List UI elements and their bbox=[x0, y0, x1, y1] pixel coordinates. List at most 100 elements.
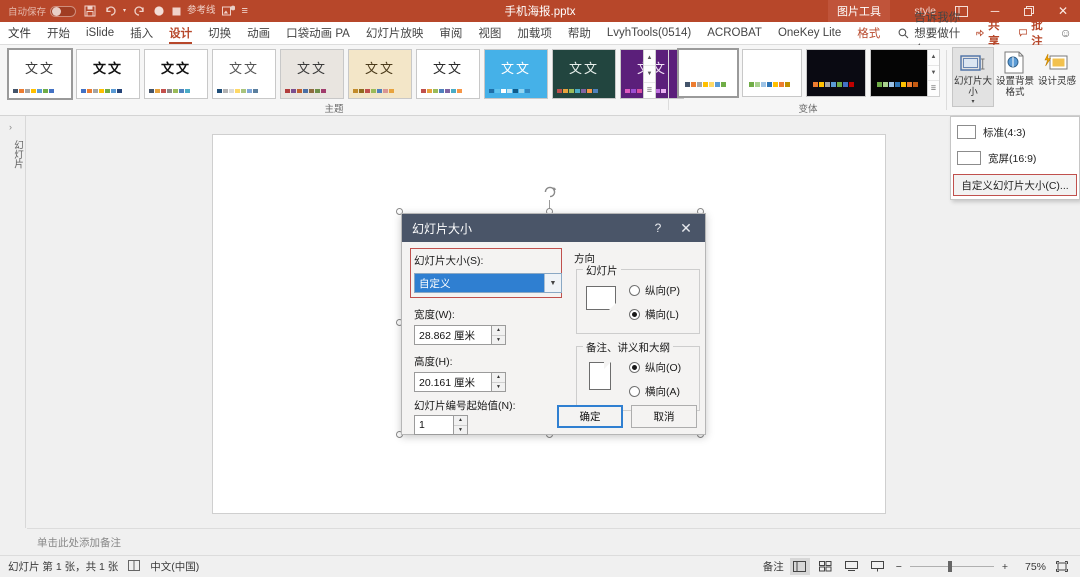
tab-format[interactable]: 格式 bbox=[849, 22, 888, 45]
tab-animations[interactable]: 动画 bbox=[239, 22, 278, 45]
theme-dots[interactable]: 文文 bbox=[484, 49, 548, 99]
variant-gallery-scrollbar[interactable]: ▲ ▼ ☰ bbox=[927, 49, 940, 97]
tab-slideshow[interactable]: 幻灯片放映 bbox=[358, 22, 432, 45]
width-input[interactable]: 28.862 厘米 bbox=[414, 325, 492, 345]
chevron-down-icon[interactable]: ▾ bbox=[971, 99, 974, 106]
slide-size-button[interactable]: 幻灯片大小 ▾ bbox=[952, 47, 994, 107]
tab-file[interactable]: 文件 bbox=[0, 22, 39, 45]
theme-dividend[interactable]: 文文 bbox=[552, 49, 616, 99]
gallery-scroll-down-icon[interactable]: ▼ bbox=[644, 66, 655, 83]
slide-number-input[interactable]: 1 bbox=[414, 415, 454, 435]
slide-number-spin-up-icon[interactable]: ▲ bbox=[454, 416, 467, 426]
tab-transitions[interactable]: 切换 bbox=[200, 22, 239, 45]
height-spin-up-icon[interactable]: ▲ bbox=[492, 373, 505, 383]
slides-landscape-radio-circle[interactable] bbox=[629, 309, 640, 320]
zoom-slider[interactable] bbox=[909, 560, 994, 573]
tab-help[interactable]: 帮助 bbox=[560, 22, 599, 45]
tab-design[interactable]: 设计 bbox=[161, 22, 200, 45]
tab-addins[interactable]: 加载项 bbox=[509, 22, 560, 45]
dialog-ok-button[interactable]: 确定 bbox=[557, 405, 623, 428]
slide-size-dropdown-arrow-icon[interactable]: ▼ bbox=[544, 274, 561, 292]
tab-home[interactable]: 开始 bbox=[39, 22, 78, 45]
slide-number-spin-down-icon[interactable]: ▼ bbox=[454, 426, 467, 435]
slide-size-dropdown-menu[interactable]: 标准(4:3) 宽屏(16:9) 自定义幻灯片大小(C)... bbox=[950, 116, 1080, 200]
redo-icon[interactable] bbox=[129, 2, 149, 20]
tab-onekey-lite[interactable]: OneKey Lite bbox=[770, 22, 849, 45]
notes-portrait-radio-circle[interactable] bbox=[629, 362, 640, 373]
width-spinner[interactable]: 28.862 厘米 ▲ ▼ bbox=[414, 325, 506, 345]
variant-more-icon[interactable]: ☰ bbox=[928, 81, 939, 96]
guides-toggle[interactable]: 参考线 bbox=[169, 2, 219, 20]
variant-scroll-up-icon[interactable]: ▲ bbox=[928, 50, 939, 66]
slide-size-combobox[interactable]: 自定义 ▼ bbox=[414, 273, 562, 293]
width-spin-buttons[interactable]: ▲ ▼ bbox=[492, 325, 506, 345]
tab-islide[interactable]: iSlide bbox=[78, 22, 122, 45]
slide-number-spinner[interactable]: 1 ▲ ▼ bbox=[414, 415, 468, 435]
slide-thumbnail-pane[interactable]: › 幻灯片 bbox=[0, 116, 26, 528]
theme-gallery[interactable]: 文文 bbox=[280, 49, 344, 99]
zoom-in-button[interactable]: + bbox=[1000, 561, 1010, 573]
rotate-handle-icon[interactable] bbox=[542, 184, 558, 200]
notes-pane[interactable]: 单击此处添加备注 bbox=[27, 528, 1080, 555]
autosave-toggle[interactable]: 自动保存 bbox=[4, 4, 80, 18]
spellcheck-icon[interactable] bbox=[128, 559, 141, 574]
normal-view-button[interactable] bbox=[789, 558, 810, 575]
zoom-level-label[interactable]: 75% bbox=[1016, 561, 1046, 573]
theme-gallery-scrollbar[interactable]: ▲ ▼ ☰ bbox=[643, 49, 656, 99]
notes-portrait-radio[interactable]: 纵向(O) bbox=[629, 360, 681, 375]
theme-celestial[interactable]: 文文 bbox=[212, 49, 276, 99]
variant-3[interactable] bbox=[806, 49, 866, 97]
height-spin-buttons[interactable]: ▲ ▼ bbox=[492, 372, 506, 392]
notes-landscape-radio-circle[interactable] bbox=[629, 386, 640, 397]
undo-dropdown-icon[interactable]: ▾ bbox=[120, 2, 129, 20]
width-spin-down-icon[interactable]: ▼ bbox=[492, 336, 505, 345]
menu-item-widescreen-16-9[interactable]: 宽屏(16:9) bbox=[951, 145, 1079, 171]
tab-review[interactable]: 审阅 bbox=[431, 22, 470, 45]
fit-slide-icon[interactable] bbox=[1052, 558, 1072, 575]
tab-acrobat[interactable]: ACROBAT bbox=[699, 22, 770, 45]
height-spin-down-icon[interactable]: ▼ bbox=[492, 383, 505, 392]
variant-2[interactable] bbox=[742, 49, 802, 97]
zoom-out-button[interactable]: − bbox=[894, 561, 904, 573]
theme-office[interactable]: 文文 bbox=[7, 48, 73, 100]
menu-item-standard-4-3[interactable]: 标准(4:3) bbox=[951, 119, 1079, 145]
save-icon[interactable] bbox=[80, 2, 100, 20]
autosave-switch[interactable] bbox=[50, 5, 77, 17]
slides-landscape-radio[interactable]: 横向(L) bbox=[629, 307, 679, 322]
tab-lvyhtools[interactable]: LvyhTools(0514) bbox=[599, 22, 699, 45]
tab-view[interactable]: 视图 bbox=[470, 22, 509, 45]
feedback-smiley-icon[interactable]: ☺ bbox=[1057, 26, 1074, 40]
notes-landscape-radio[interactable]: 横向(A) bbox=[629, 384, 680, 399]
gallery-scroll-up-icon[interactable]: ▲ bbox=[644, 50, 655, 67]
expand-thumbnail-pane-icon[interactable]: › bbox=[9, 122, 12, 132]
qat-more-icon[interactable]: ≡ bbox=[239, 2, 251, 20]
variant-scroll-down-icon[interactable]: ▼ bbox=[928, 66, 939, 82]
slideshow-button[interactable] bbox=[868, 558, 888, 575]
dialog-close-icon[interactable]: ✕ bbox=[671, 220, 701, 237]
variant-4[interactable] bbox=[870, 49, 930, 97]
language-status[interactable]: 中文(中国) bbox=[150, 559, 199, 574]
theme-wisp[interactable]: 文文 bbox=[348, 49, 412, 99]
notes-toggle-button[interactable]: 备注 bbox=[763, 559, 784, 574]
theme-berlin[interactable]: 文文 bbox=[144, 49, 208, 99]
theme-gallery[interactable]: 文文文文文文文文文文文文文文文文文文文文 bbox=[7, 48, 684, 100]
insert-picture-icon[interactable] bbox=[219, 2, 239, 20]
slide-number-spin-buttons[interactable]: ▲ ▼ bbox=[454, 415, 468, 435]
width-spin-up-icon[interactable]: ▲ bbox=[492, 326, 505, 336]
variant-gallery[interactable] bbox=[677, 48, 930, 98]
height-input[interactable]: 20.161 厘米 bbox=[414, 372, 492, 392]
gallery-more-icon[interactable]: ☰ bbox=[644, 83, 655, 98]
reading-view-button[interactable] bbox=[842, 558, 862, 575]
height-spinner[interactable]: 20.161 厘米 ▲ ▼ bbox=[414, 372, 506, 392]
slide-sorter-button[interactable] bbox=[816, 558, 836, 575]
menu-item-custom-slide-size[interactable]: 自定义幻灯片大小(C)... bbox=[953, 174, 1077, 196]
theme-facet[interactable]: 文文 bbox=[76, 49, 140, 99]
undo-icon[interactable] bbox=[100, 2, 120, 20]
dialog-help-icon[interactable]: ? bbox=[645, 221, 671, 235]
dialog-cancel-button[interactable]: 取消 bbox=[631, 405, 697, 428]
design-ideas-button[interactable]: 设计灵感 bbox=[1036, 47, 1078, 107]
dialog-title-bar[interactable]: 幻灯片大小 ? ✕ bbox=[402, 214, 705, 242]
zoom-slider-thumb[interactable] bbox=[947, 561, 952, 572]
theme-banded[interactable]: 文文 bbox=[416, 49, 480, 99]
tab-insert[interactable]: 插入 bbox=[122, 22, 161, 45]
